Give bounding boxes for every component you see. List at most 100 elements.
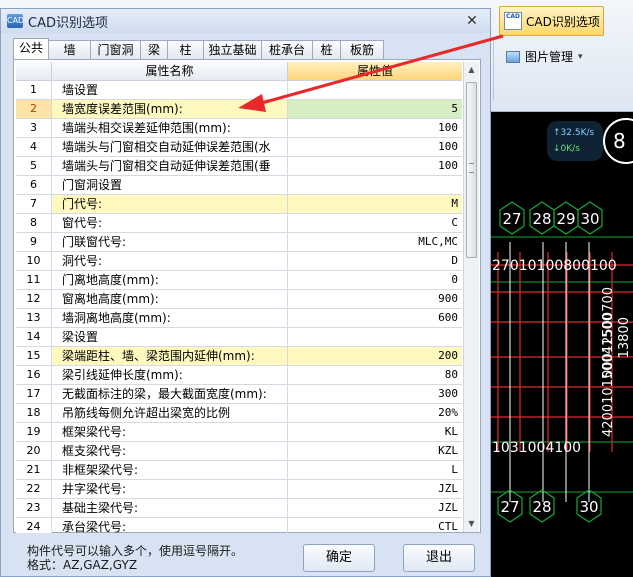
row-number: 14 [16, 328, 52, 346]
row-number: 2 [16, 100, 52, 118]
tab-3[interactable]: 梁 [140, 40, 168, 59]
table-row[interactable]: 15 梁端距柱、墙、梁范围内延伸(mm): 200 [16, 347, 462, 366]
table-row[interactable]: 9 门联窗代号: MLC,MC [16, 233, 462, 252]
header-row-number [16, 62, 52, 81]
property-value[interactable]: CTL [288, 518, 462, 533]
ribbon-cad-options-label: CAD识别选项 [526, 14, 600, 29]
row-number: 16 [16, 366, 52, 384]
property-value[interactable]: KZL [288, 442, 462, 460]
ribbon-picture-manage-button[interactable]: 图片管理 ▾ [506, 48, 583, 65]
tab-6[interactable]: 桩承台 [261, 40, 313, 59]
tab-0[interactable]: 公共 [13, 38, 49, 59]
table-row[interactable]: 13 墙洞离地高度(mm): 600 [16, 309, 462, 328]
table-row[interactable]: 5 墙端头与门窗相交自动延伸误差范围(垂 100 [16, 157, 462, 176]
tab-4[interactable]: 柱 [167, 40, 204, 59]
table-row[interactable]: 8 窗代号: C [16, 214, 462, 233]
tab-7[interactable]: 桩 [312, 40, 341, 59]
cad-dimension-text: 420010150041500 [601, 313, 616, 437]
table-row[interactable]: 3 墙端头相交误差延伸范围(mm): 100 [16, 119, 462, 138]
property-value[interactable]: 600 [288, 309, 462, 327]
table-row[interactable]: 18 吊筋线每侧允许超出梁宽的比例 20% [16, 404, 462, 423]
hint-line-1: 构件代号可以输入多个，使用逗号隔开。 [27, 544, 244, 558]
property-value[interactable]: 100 [288, 119, 462, 137]
cad-axis-label: 30 [579, 498, 598, 516]
property-name: 承台梁代号: [52, 518, 288, 533]
table-row[interactable]: 6 门窗洞设置 [16, 176, 462, 195]
property-value[interactable]: 200 [288, 347, 462, 365]
property-value[interactable]: 20% [288, 404, 462, 422]
tab-1[interactable]: 墙 [48, 40, 91, 59]
dialog-title-bar[interactable]: CAD CAD识别选项 ✕ [1, 9, 490, 33]
property-name: 墙端头与门窗相交自动延伸误差范围(水 [52, 138, 288, 156]
property-value[interactable]: JZL [288, 499, 462, 517]
table-row[interactable]: 10 洞代号: D [16, 252, 462, 271]
property-name: 门离地高度(mm): [52, 271, 288, 289]
row-number: 20 [16, 442, 52, 460]
cad-dimension-text: 27010100800100 [492, 258, 617, 274]
property-name: 框架梁代号: [52, 423, 288, 441]
table-row[interactable]: 24 承台梁代号: CTL [16, 518, 462, 533]
row-number: 1 [16, 81, 52, 99]
property-value[interactable]: KL [288, 423, 462, 441]
table-row[interactable]: 14 梁设置 [16, 328, 462, 347]
table-row[interactable]: 16 梁引线延伸长度(mm): 80 [16, 366, 462, 385]
table-row[interactable]: 4 墙端头与门窗相交自动延伸误差范围(水 100 [16, 138, 462, 157]
table-row[interactable]: 23 基础主梁代号: JZL [16, 499, 462, 518]
scroll-thumb[interactable] [466, 82, 477, 258]
scroll-up-icon[interactable]: ▲ [464, 62, 479, 78]
property-name: 梁端距柱、墙、梁范围内延伸(mm): [52, 347, 288, 365]
property-value[interactable] [288, 328, 462, 346]
scroll-down-icon[interactable]: ▼ [464, 516, 479, 532]
table-row[interactable]: 12 窗离地高度(mm): 900 [16, 290, 462, 309]
row-number: 15 [16, 347, 52, 365]
property-name: 窗代号: [52, 214, 288, 232]
property-value[interactable]: JZL [288, 480, 462, 498]
table-row[interactable]: 7 门代号: M [16, 195, 462, 214]
vertical-scrollbar[interactable]: ▲ ▼ [463, 62, 479, 532]
property-value[interactable]: L [288, 461, 462, 479]
property-value[interactable]: 300 [288, 385, 462, 403]
property-name: 吊筋线每侧允许超出梁宽的比例 [52, 404, 288, 422]
tab-8[interactable]: 板筋 [340, 40, 384, 59]
tab-2[interactable]: 门窗洞 [90, 40, 141, 59]
table-row[interactable]: 19 框架梁代号: KL [16, 423, 462, 442]
table-row[interactable]: 17 无截面标注的梁，最大截面宽度(mm): 300 [16, 385, 462, 404]
tab-5[interactable]: 独立基础 [203, 40, 262, 59]
table-row[interactable]: 20 框支梁代号: KZL [16, 442, 462, 461]
property-value[interactable]: MLC,MC [288, 233, 462, 251]
row-number: 3 [16, 119, 52, 137]
table-row[interactable]: 21 非框架梁代号: L [16, 461, 462, 480]
table-row[interactable]: 1 墙设置 [16, 81, 462, 100]
ribbon-cad-options-button[interactable]: CAD CAD识别选项 [499, 6, 604, 36]
table-row[interactable]: 11 门离地高度(mm): 0 [16, 271, 462, 290]
property-value[interactable]: 5 [288, 100, 462, 118]
property-name: 门代号: [52, 195, 288, 213]
table-row[interactable]: 2 墙宽度误差范围(mm): 5 [16, 100, 462, 119]
property-value[interactable] [288, 176, 462, 194]
row-number: 13 [16, 309, 52, 327]
property-name: 梁设置 [52, 328, 288, 346]
property-value[interactable]: C [288, 214, 462, 232]
property-value[interactable]: 0 [288, 271, 462, 289]
property-grid: 属性名称 属性值 1 墙设置 2 墙宽度误差范围(mm): 5 3 墙端头相交误差延伸范围(… [13, 59, 481, 533]
exit-button[interactable]: 退出 [403, 544, 475, 572]
table-row[interactable]: 22 井字梁代号: JZL [16, 480, 462, 499]
property-value[interactable]: 100 [288, 138, 462, 156]
property-name: 梁引线延伸长度(mm): [52, 366, 288, 384]
row-number: 5 [16, 157, 52, 175]
property-value[interactable]: 100 [288, 157, 462, 175]
property-value[interactable]: 900 [288, 290, 462, 308]
property-name: 窗离地高度(mm): [52, 290, 288, 308]
row-number: 8 [16, 214, 52, 232]
cad-dimension-text: 13800 [617, 317, 632, 358]
property-value[interactable]: D [288, 252, 462, 270]
property-name: 墙端头与门窗相交自动延伸误差范围(垂 [52, 157, 288, 175]
ok-button[interactable]: 确定 [303, 544, 375, 572]
row-number: 7 [16, 195, 52, 213]
tab-strip: 公共墙门窗洞梁柱独立基础 桩承台桩板筋 [13, 38, 384, 59]
property-value[interactable] [288, 81, 462, 99]
property-name: 门窗洞设置 [52, 176, 288, 194]
property-value[interactable]: 80 [288, 366, 462, 384]
close-icon[interactable]: ✕ [464, 13, 480, 29]
property-value[interactable]: M [288, 195, 462, 213]
